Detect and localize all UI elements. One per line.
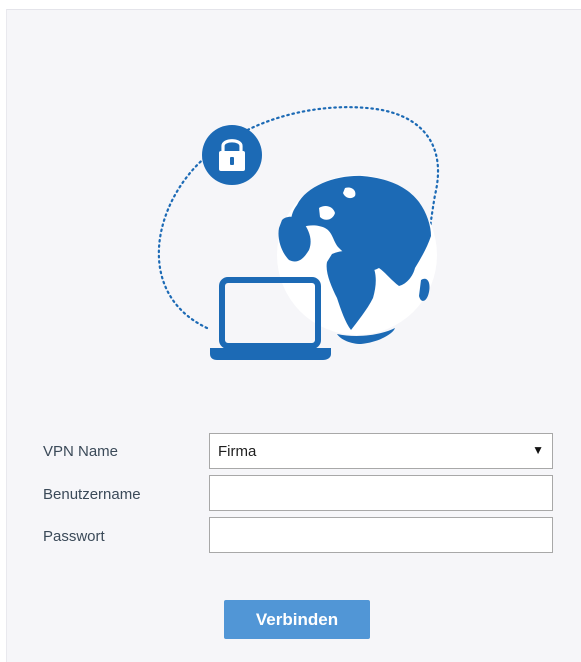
dropdown-arrow-icon: ▼: [532, 443, 544, 457]
vpn-illustration: [7, 10, 581, 410]
username-field[interactable]: [209, 475, 553, 511]
vpn-name-label: VPN Name: [43, 443, 119, 460]
globe-icon: [277, 175, 437, 344]
lock-icon: [202, 125, 262, 185]
vpn-name-selected-value: Firma: [218, 443, 257, 460]
username-label: Benutzername: [43, 486, 141, 503]
vpn-connect-panel: VPN Name Firma ▼ Benutzername Passwort V…: [6, 9, 581, 662]
password-field[interactable]: [209, 517, 553, 553]
password-label: Passwort: [43, 528, 105, 545]
vpn-name-select[interactable]: Firma ▼: [209, 433, 553, 469]
connect-button[interactable]: Verbinden: [224, 600, 370, 639]
